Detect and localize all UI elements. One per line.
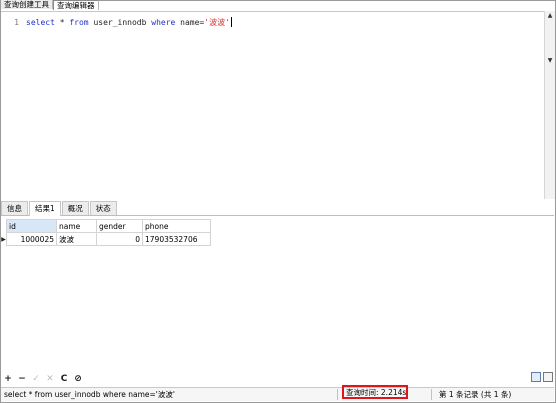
cell-name[interactable]: 波波 [56, 232, 97, 246]
line-number: 1 [14, 17, 19, 27]
token-table: user_innodb [88, 17, 152, 27]
column-header-gender[interactable]: gender [96, 219, 143, 233]
tab-query-builder[interactable]: 查询创建工具 [1, 0, 53, 9]
table-row[interactable]: ▶ 1000025 波波 0 17903532706 [1, 232, 211, 246]
tab-result-1[interactable]: 结果1 [29, 201, 61, 216]
text-caret [230, 17, 232, 27]
discard-changes-icon[interactable]: ✕ [45, 374, 55, 384]
top-tab-bar: 查询创建工具 查询编辑器 [1, 0, 99, 10]
grid-toolbar: + − ✓ ✕ C ⊘ [3, 372, 83, 385]
scroll-down-icon[interactable]: ▼ [546, 57, 554, 65]
keyword-where: where [151, 17, 176, 27]
cell-phone[interactable]: 17903532706 [142, 232, 211, 246]
add-record-icon[interactable]: + [3, 374, 13, 384]
tab-info[interactable]: 信息 [1, 201, 28, 215]
query-time-highlighted: 查询时间: 2.214s [342, 385, 408, 399]
tab-status[interactable]: 状态 [89, 201, 117, 215]
refresh-icon[interactable]: C [59, 374, 69, 384]
grid-header-row: id name gender phone [1, 219, 211, 233]
editor-vertical-scrollbar[interactable]: ▲ ▼ [544, 11, 555, 199]
status-divider [431, 389, 432, 400]
keyword-from: from [69, 17, 89, 27]
token-star: * [54, 17, 70, 27]
cell-id[interactable]: 1000025 [6, 232, 57, 246]
tab-overview[interactable]: 概况 [61, 201, 89, 215]
result-tab-bar: 信息 结果1 概况 状态 [1, 201, 554, 216]
grid-view-icon[interactable] [531, 372, 541, 382]
scroll-up-icon[interactable]: ▲ [546, 12, 554, 20]
column-header-name[interactable]: name [56, 219, 97, 233]
delete-record-icon[interactable]: − [17, 374, 27, 384]
cell-gender[interactable]: 0 [96, 232, 143, 246]
column-header-phone[interactable]: phone [142, 219, 211, 233]
apply-changes-icon[interactable]: ✓ [31, 374, 41, 384]
editor-line: 1 select * from user_innodb where name= … [1, 16, 232, 28]
form-view-icon[interactable] [543, 372, 553, 382]
status-divider [337, 389, 338, 400]
token-string-value: '波波' [204, 17, 230, 27]
token-column: name= [175, 17, 205, 27]
result-grid: id name gender phone ▶ 1000025 波波 0 1790… [1, 219, 211, 246]
status-sql: select * from user_innodb where name='波波… [4, 390, 175, 399]
status-bar: select * from user_innodb where name='波波… [1, 385, 554, 401]
tab-query-editor[interactable]: 查询编辑器 [53, 0, 99, 10]
sql-editor[interactable]: 1 select * from user_innodb where name= … [1, 11, 544, 200]
column-header-id[interactable]: id [6, 219, 57, 233]
record-count: 第 1 条记录 (共 1 条) [439, 390, 512, 399]
keyword-select: select [26, 17, 55, 27]
view-toggle [531, 372, 553, 382]
stop-icon[interactable]: ⊘ [73, 374, 83, 384]
